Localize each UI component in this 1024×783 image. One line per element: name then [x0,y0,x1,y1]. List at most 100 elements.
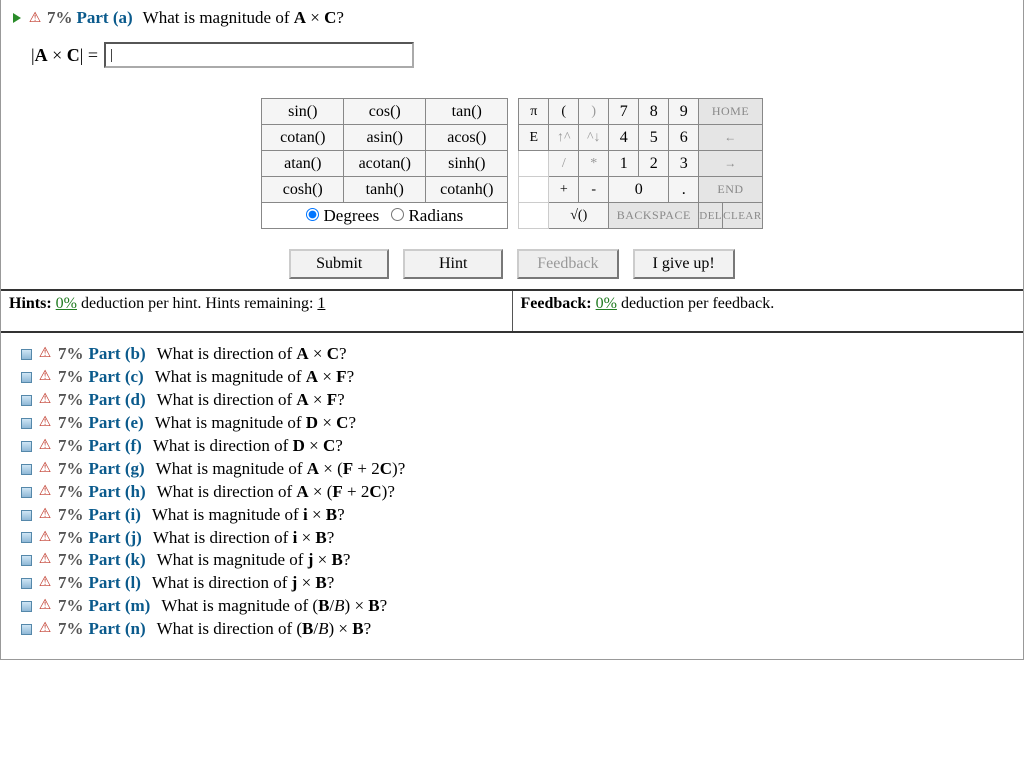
part-item[interactable]: ⚠7%Part (h)What is direction of A × (F +… [21,481,1011,504]
key-acotan[interactable]: acotan() [344,151,426,177]
key-3[interactable]: 3 [669,151,699,177]
radians-radio[interactable] [391,208,404,221]
key-blank-3 [519,203,549,229]
key-tan[interactable]: tan() [426,99,508,125]
key-exp-up[interactable]: ↑^ [549,125,579,151]
collapse-icon[interactable] [21,372,32,383]
key-exp-down[interactable]: ^↓ [579,125,609,151]
key-clear[interactable]: CLEAR [723,203,762,228]
part-item[interactable]: ⚠7%Part (l)What is direction of j × B? [21,572,1011,595]
key-home[interactable]: HOME [699,99,762,125]
warn-icon: ⚠ [37,620,53,639]
active-part-header: ⚠ 7% Part (a) What is magnitude of A × C… [1,0,1023,32]
hints-remaining: 1 [317,295,325,312]
key-cotan[interactable]: cotan() [262,125,344,151]
key-8[interactable]: 8 [639,99,669,125]
question-text: What is direction of (B/B) × B? [157,618,372,641]
part-item[interactable]: ⚠7%Part (e)What is magnitude of D × C? [21,412,1011,435]
part-item[interactable]: ⚠7%Part (m)What is magnitude of (B/B) × … [21,595,1011,618]
part-percent: 7% [58,343,84,366]
part-label: Part (h) [89,481,146,504]
key-sinh[interactable]: sinh() [426,151,508,177]
collapse-icon[interactable] [21,441,32,452]
key-plus[interactable]: + [549,177,579,203]
key-sqrt[interactable]: √() [549,203,609,229]
part-item[interactable]: ⚠7%Part (d)What is direction of A × F? [21,389,1011,412]
key-backspace[interactable]: BACKSPACE [609,203,699,229]
key-slash[interactable]: / [549,151,579,177]
key-right-arrow[interactable]: → [699,151,762,177]
key-minus[interactable]: - [579,177,609,203]
part-percent: 7% [58,435,84,458]
key-E[interactable]: E [519,125,549,151]
key-star[interactable]: * [579,151,609,177]
answer-input[interactable] [104,42,414,68]
question-text: What is direction of A × F? [157,389,345,412]
expand-icon[interactable] [13,13,21,23]
collapse-icon[interactable] [21,578,32,589]
question-text: What is magnitude of (B/B) × B? [161,595,387,618]
question-text: What is magnitude of i × B? [152,504,345,527]
collapse-icon[interactable] [21,395,32,406]
collapse-icon[interactable] [21,601,32,612]
key-cos[interactable]: cos() [344,99,426,125]
collapse-icon[interactable] [21,418,32,429]
angle-mode-cell: Degrees Radians [262,203,508,229]
key-4[interactable]: 4 [609,125,639,151]
key-6[interactable]: 6 [669,125,699,151]
key-atan[interactable]: atan() [262,151,344,177]
part-item[interactable]: ⚠7%Part (i)What is magnitude of i × B? [21,504,1011,527]
key-2[interactable]: 2 [639,151,669,177]
part-item[interactable]: ⚠7%Part (f)What is direction of D × C? [21,435,1011,458]
part-label: Part (g) [89,458,145,481]
feedback-pct: 0% [596,295,617,312]
collapse-icon[interactable] [21,624,32,635]
hint-button[interactable]: Hint [403,249,503,279]
giveup-button[interactable]: I give up! [633,249,735,279]
key-end[interactable]: END [699,177,762,203]
key-left-arrow[interactable]: ← [699,125,762,151]
key-dot[interactable]: . [669,177,699,203]
warn-icon: ⚠ [27,10,43,27]
key-9[interactable]: 9 [669,99,699,125]
key-cotanh[interactable]: cotanh() [426,177,508,203]
part-item[interactable]: ⚠7%Part (b)What is direction of A × C? [21,343,1011,366]
question-text: What is direction of D × C? [153,435,343,458]
degrees-option[interactable]: Degrees [306,206,379,225]
key-pi[interactable]: π [519,99,549,125]
collapse-icon[interactable] [21,464,32,475]
feedback-button[interactable]: Feedback [517,249,618,279]
key-1[interactable]: 1 [609,151,639,177]
key-acos[interactable]: acos() [426,125,508,151]
warn-icon: ⚠ [37,506,53,525]
key-5[interactable]: 5 [639,125,669,151]
part-item[interactable]: ⚠7%Part (j)What is direction of i × B? [21,527,1011,550]
key-cosh[interactable]: cosh() [262,177,344,203]
key-0[interactable]: 0 [609,177,669,203]
collapse-icon[interactable] [21,555,32,566]
key-tanh[interactable]: tanh() [344,177,426,203]
part-item[interactable]: ⚠7%Part (g)What is magnitude of A × (F +… [21,458,1011,481]
collapse-icon[interactable] [21,487,32,498]
radians-option[interactable]: Radians [391,206,463,225]
part-percent: 7% [58,366,84,389]
key-lparen[interactable]: ( [549,99,579,125]
collapse-icon[interactable] [21,510,32,521]
key-asin[interactable]: asin() [344,125,426,151]
submit-button[interactable]: Submit [289,249,389,279]
part-item[interactable]: ⚠7%Part (n)What is direction of (B/B) × … [21,618,1011,641]
part-item[interactable]: ⚠7%Part (c)What is magnitude of A × F? [21,366,1011,389]
warn-icon: ⚠ [37,414,53,433]
part-item[interactable]: ⚠7%Part (k)What is magnitude of j × B? [21,549,1011,572]
warn-icon: ⚠ [37,574,53,593]
key-del[interactable]: DEL [699,203,723,228]
key-7[interactable]: 7 [609,99,639,125]
key-blank-2 [519,177,549,203]
key-rparen[interactable]: ) [579,99,609,125]
collapse-icon[interactable] [21,349,32,360]
key-sin[interactable]: sin() [262,99,344,125]
collapse-icon[interactable] [21,532,32,543]
hints-cell: Hints: 0% deduction per hint. Hints rema… [1,291,513,331]
warn-icon: ⚠ [37,368,53,387]
degrees-radio[interactable] [306,208,319,221]
